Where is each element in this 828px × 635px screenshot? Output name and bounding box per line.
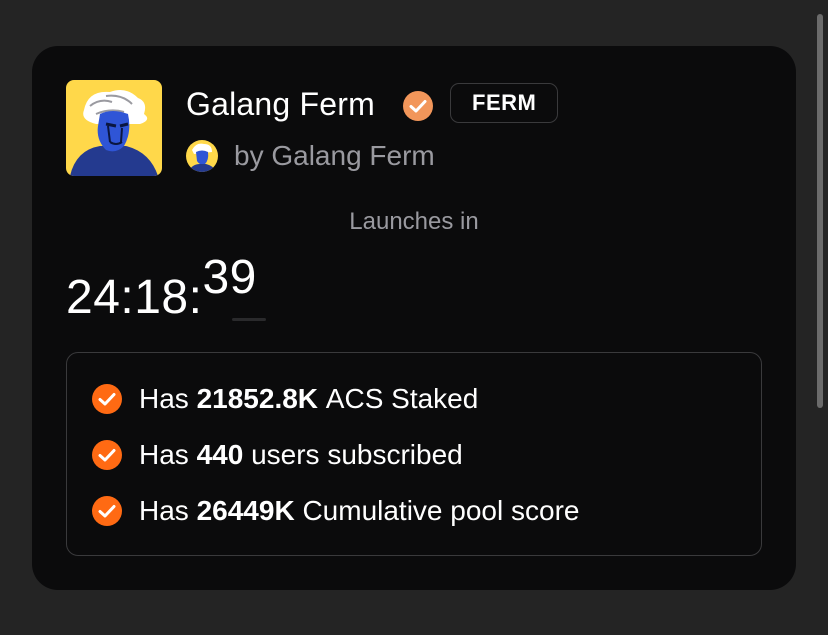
- launch-label: Launches in: [32, 206, 796, 238]
- criteria-prefix: Has: [139, 383, 189, 414]
- creator-avatar: [186, 140, 218, 172]
- criteria-suffix: users subscribed: [251, 439, 463, 470]
- ticker-badge: FERM: [450, 83, 559, 123]
- countdown-seconds: 39: [202, 251, 257, 304]
- launch-label-text: Launches in: [349, 208, 479, 235]
- criteria-value: 26449K: [196, 495, 295, 526]
- check-circle-icon: [92, 384, 122, 414]
- page-scrollbar[interactable]: [817, 14, 823, 408]
- project-avatar: [66, 80, 162, 176]
- creator-label[interactable]: by Galang Ferm: [234, 138, 435, 174]
- criteria-item: Has 26449K Cumulative pool score: [91, 493, 579, 529]
- criteria-item: Has 21852.8K ACS Staked: [91, 381, 478, 417]
- launch-card[interactable]: Galang Ferm FERM by Galang Ferm Launches…: [32, 46, 796, 590]
- criteria-value: 440: [196, 439, 244, 470]
- countdown-timer: 24:18:39: [66, 251, 257, 324]
- criteria-prefix: Has: [139, 495, 189, 526]
- criteria-box: Has 21852.8K ACS Staked Has 440 users su…: [66, 352, 762, 556]
- verified-badge-icon: [402, 90, 434, 122]
- countdown-rolling-digit: [232, 318, 266, 321]
- criteria-value: 21852.8K: [196, 383, 319, 414]
- check-circle-icon: [92, 496, 122, 526]
- project-name: Galang Ferm: [186, 86, 375, 122]
- check-circle-icon: [92, 440, 122, 470]
- criteria-item: Has 440 users subscribed: [91, 437, 463, 473]
- criteria-suffix: Cumulative pool score: [302, 495, 580, 526]
- criteria-suffix: ACS Staked: [325, 383, 479, 414]
- criteria-prefix: Has: [139, 439, 189, 470]
- countdown-hours-minutes: 24:18:: [66, 271, 203, 324]
